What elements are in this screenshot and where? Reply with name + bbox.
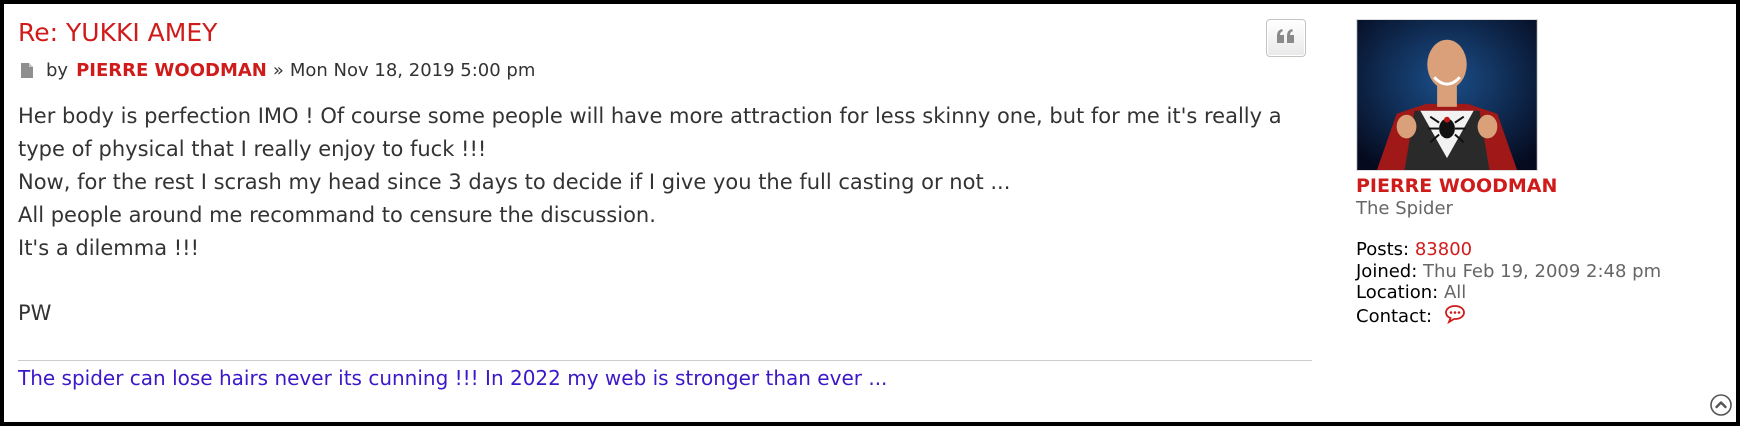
post-body-line: All people around me recommand to censur…	[18, 203, 656, 227]
posts-label: Posts:	[1356, 239, 1410, 260]
profile-stats: Posts: 83800 Joined: Thu Feb 19, 2009 2:…	[1356, 239, 1726, 329]
post-body-line: PW	[18, 301, 52, 325]
profile-contact-row: Contact:	[1356, 304, 1726, 330]
joined-label: Joined:	[1356, 260, 1418, 282]
avatar[interactable]	[1356, 19, 1538, 171]
quote-button[interactable]	[1266, 19, 1306, 57]
profile-location-row: Location: All	[1356, 282, 1726, 304]
speech-bubble-icon[interactable]	[1444, 304, 1466, 330]
post-body-line: Now, for the rest I scrash my head since…	[18, 170, 1011, 194]
by-label: by	[46, 60, 69, 81]
post-signature: The spider can lose hairs never its cunn…	[18, 366, 888, 390]
chevron-up-circle-icon	[1710, 394, 1732, 420]
post-container: Re: YUKKI AMEY by PIERRE WOODMAN » Mon N…	[0, 0, 1740, 426]
post-body-line: Her body is perfection IMO ! Of course s…	[18, 104, 1282, 128]
document-icon[interactable]	[20, 62, 34, 79]
quote-icon	[1276, 28, 1296, 48]
post-body-line: type of physical that I really enjoy to …	[18, 137, 487, 161]
post-content: Her body is perfection IMO ! Of course s…	[18, 100, 1308, 330]
back-to-top-button[interactable]	[1710, 394, 1732, 416]
profile-joined-row: Joined: Thu Feb 19, 2009 2:48 pm	[1356, 261, 1726, 283]
author-profile: PIERRE WOODMAN The Spider Posts: 83800 J…	[1356, 19, 1726, 329]
location-value: All	[1443, 282, 1467, 303]
posts-count-link[interactable]: 83800	[1415, 239, 1472, 260]
post-body-line: It's a dilemma !!!	[18, 236, 199, 260]
signature-divider	[18, 360, 1312, 361]
location-label: Location:	[1356, 282, 1439, 303]
contact-label: Contact:	[1356, 305, 1433, 327]
post-title-link[interactable]: Re: YUKKI AMEY	[18, 18, 217, 47]
byline-separator: »	[272, 60, 284, 81]
profile-rank: The Spider	[1356, 198, 1453, 219]
joined-value: Thu Feb 19, 2009 2:48 pm	[1423, 260, 1662, 282]
author-link[interactable]: PIERRE WOODMAN	[76, 60, 267, 81]
profile-username[interactable]: PIERRE WOODMAN	[1356, 175, 1726, 197]
post-byline: by PIERRE WOODMAN » Mon Nov 18, 2019 5:0…	[18, 60, 535, 81]
post-timestamp: Mon Nov 18, 2019 5:00 pm	[289, 60, 536, 81]
profile-posts-row: Posts: 83800	[1356, 239, 1726, 261]
post-body-spacer	[18, 265, 1308, 297]
